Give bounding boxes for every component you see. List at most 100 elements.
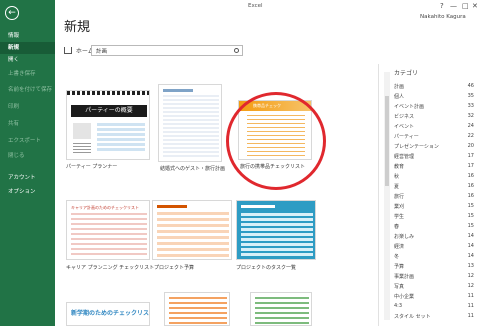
thumb-block: [73, 123, 91, 139]
category-name: 経済: [394, 244, 405, 250]
category-item[interactable]: スタイル セット 11: [394, 312, 474, 322]
category-item[interactable]: 計画 46: [394, 82, 474, 92]
home-link[interactable]: ホーム: [64, 46, 94, 55]
category-count: 20: [467, 143, 474, 149]
category-header: カテゴリ: [394, 70, 419, 77]
category-name: 夏: [394, 184, 400, 190]
category-scrollbar[interactable]: [384, 72, 390, 320]
category-count: 17: [467, 163, 474, 169]
category-item[interactable]: 写真 12: [394, 282, 474, 292]
backstage-sidebar: ← 情報 新規 開く 上書き保存 名前を付けて保存 印刷 共有 エクスポート 閉…: [0, 0, 55, 326]
category-name: 4:3: [394, 303, 403, 309]
category-count: 14: [467, 253, 474, 259]
category-name: パーティー: [394, 134, 419, 140]
template-thumbnail: [152, 200, 232, 260]
thumb-list: [247, 115, 305, 157]
category-item[interactable]: 業刈 15: [394, 202, 474, 212]
search-value: 計画: [96, 49, 108, 55]
category-count: 14: [467, 233, 474, 239]
template-label: プロジェクト予算: [154, 265, 195, 271]
category-name: 計画: [394, 84, 405, 90]
sidebar-item-export[interactable]: エクスポート: [0, 135, 55, 147]
template-label: キャリア プランニング チェックリスト: [66, 265, 155, 271]
category-item[interactable]: 事業計画 12: [394, 272, 474, 282]
category-item[interactable]: お楽しみ 14: [394, 232, 474, 242]
user-account-name[interactable]: Nakahito Kagura: [420, 14, 466, 20]
sidebar-item-info[interactable]: 情報: [0, 30, 55, 42]
template-search-input[interactable]: 計画: [91, 45, 243, 56]
thumb-table: [97, 123, 145, 153]
sidebar-item-close[interactable]: 閉じる: [0, 150, 55, 162]
category-name: 個人: [394, 94, 405, 100]
category-count: 14: [467, 243, 474, 249]
minimize-button[interactable]: —: [450, 2, 457, 10]
template-thumbnail: [164, 292, 230, 326]
close-button[interactable]: ✕: [472, 2, 478, 10]
template-thumbnail: [158, 84, 222, 162]
decor-border: [67, 91, 149, 95]
category-count: 12: [467, 283, 474, 289]
category-item[interactable]: 冬 14: [394, 252, 474, 262]
category-item[interactable]: イベント計画 33: [394, 102, 474, 112]
thumb-heading: キャリア計画のためのチェックリスト: [71, 205, 139, 210]
category-count: 16: [467, 193, 474, 199]
sidebar-item-new[interactable]: 新規: [0, 42, 55, 54]
sidebar-item-print[interactable]: 印刷: [0, 101, 55, 113]
category-item[interactable]: イベント 24: [394, 122, 474, 132]
page-title: 新規: [64, 20, 91, 35]
category-name: 写真: [394, 284, 405, 290]
category-item[interactable]: 個人 35: [394, 92, 474, 102]
category-name: 予算: [394, 264, 405, 270]
category-count: 11: [467, 293, 474, 299]
search-icon[interactable]: [234, 48, 239, 53]
template-label: パーティー プランナー: [66, 164, 118, 170]
scrollbar-thumb[interactable]: [385, 96, 389, 186]
category-count: 33: [467, 103, 474, 109]
template-thumbnail: パーティーの概要: [66, 90, 150, 160]
category-count: 15: [467, 213, 474, 219]
restore-button[interactable]: □: [462, 2, 469, 10]
category-item[interactable]: 4:3 11: [394, 302, 474, 312]
sidebar-item-open[interactable]: 開く: [0, 54, 55, 66]
category-count: 46: [467, 83, 474, 89]
category-item[interactable]: 教育 17: [394, 162, 474, 172]
help-icon[interactable]: ?: [440, 2, 444, 10]
sidebar-item-save-as[interactable]: 名前を付けて保存: [0, 84, 55, 96]
category-item[interactable]: ビジネス 32: [394, 112, 474, 122]
back-arrow-icon[interactable]: ←: [5, 6, 19, 20]
template-label: 旅行の携帯品チェックリスト: [240, 164, 306, 170]
sidebar-item-share[interactable]: 共有: [0, 118, 55, 130]
category-name: イベント計画: [394, 104, 425, 110]
excel-backstage: ← 情報 新規 開く 上書き保存 名前を付けて保存 印刷 共有 エクスポート 閉…: [0, 0, 480, 326]
category-item[interactable]: 秋 16: [394, 172, 474, 182]
category-item[interactable]: 春 15: [394, 222, 474, 232]
category-name: プレゼンテーション: [394, 144, 439, 150]
category-item[interactable]: 経営管理 17: [394, 152, 474, 162]
category-item[interactable]: 経済 14: [394, 242, 474, 252]
category-name: 学生: [394, 214, 405, 220]
category-name: 事業計画: [394, 274, 415, 280]
category-name: 教育: [394, 164, 405, 170]
template-label: プロジェクトのタスク一覧: [236, 265, 297, 271]
sidebar-item-options[interactable]: オプション: [0, 186, 55, 198]
category-name: 春: [394, 224, 400, 230]
category-count: 24: [467, 123, 474, 129]
category-item[interactable]: 予算 13: [394, 262, 474, 272]
thumb-heading: 携帯品チェック: [253, 103, 281, 108]
category-item[interactable]: プレゼンテーション 20: [394, 142, 474, 152]
category-name: 冬: [394, 254, 400, 260]
category-count: 13: [467, 263, 474, 269]
template-label: 結婚式へのゲスト・旅行計画: [160, 166, 226, 172]
category-item[interactable]: 中小企業 11: [394, 292, 474, 302]
home-icon: [64, 47, 72, 54]
thumb-heading: 新学期のためのチェックリスト: [71, 310, 150, 317]
thumb-heading: パーティーの概要: [71, 105, 147, 117]
sidebar-item-save[interactable]: 上書き保存: [0, 68, 55, 80]
thumb-table: [169, 297, 227, 325]
category-item[interactable]: 学生 15: [394, 212, 474, 222]
category-item[interactable]: 旅行 16: [394, 192, 474, 202]
sidebar-item-account[interactable]: アカウント: [0, 172, 55, 184]
category-item[interactable]: パーティー 22: [394, 132, 474, 142]
category-item[interactable]: 夏 16: [394, 182, 474, 192]
category-count: 15: [467, 203, 474, 209]
